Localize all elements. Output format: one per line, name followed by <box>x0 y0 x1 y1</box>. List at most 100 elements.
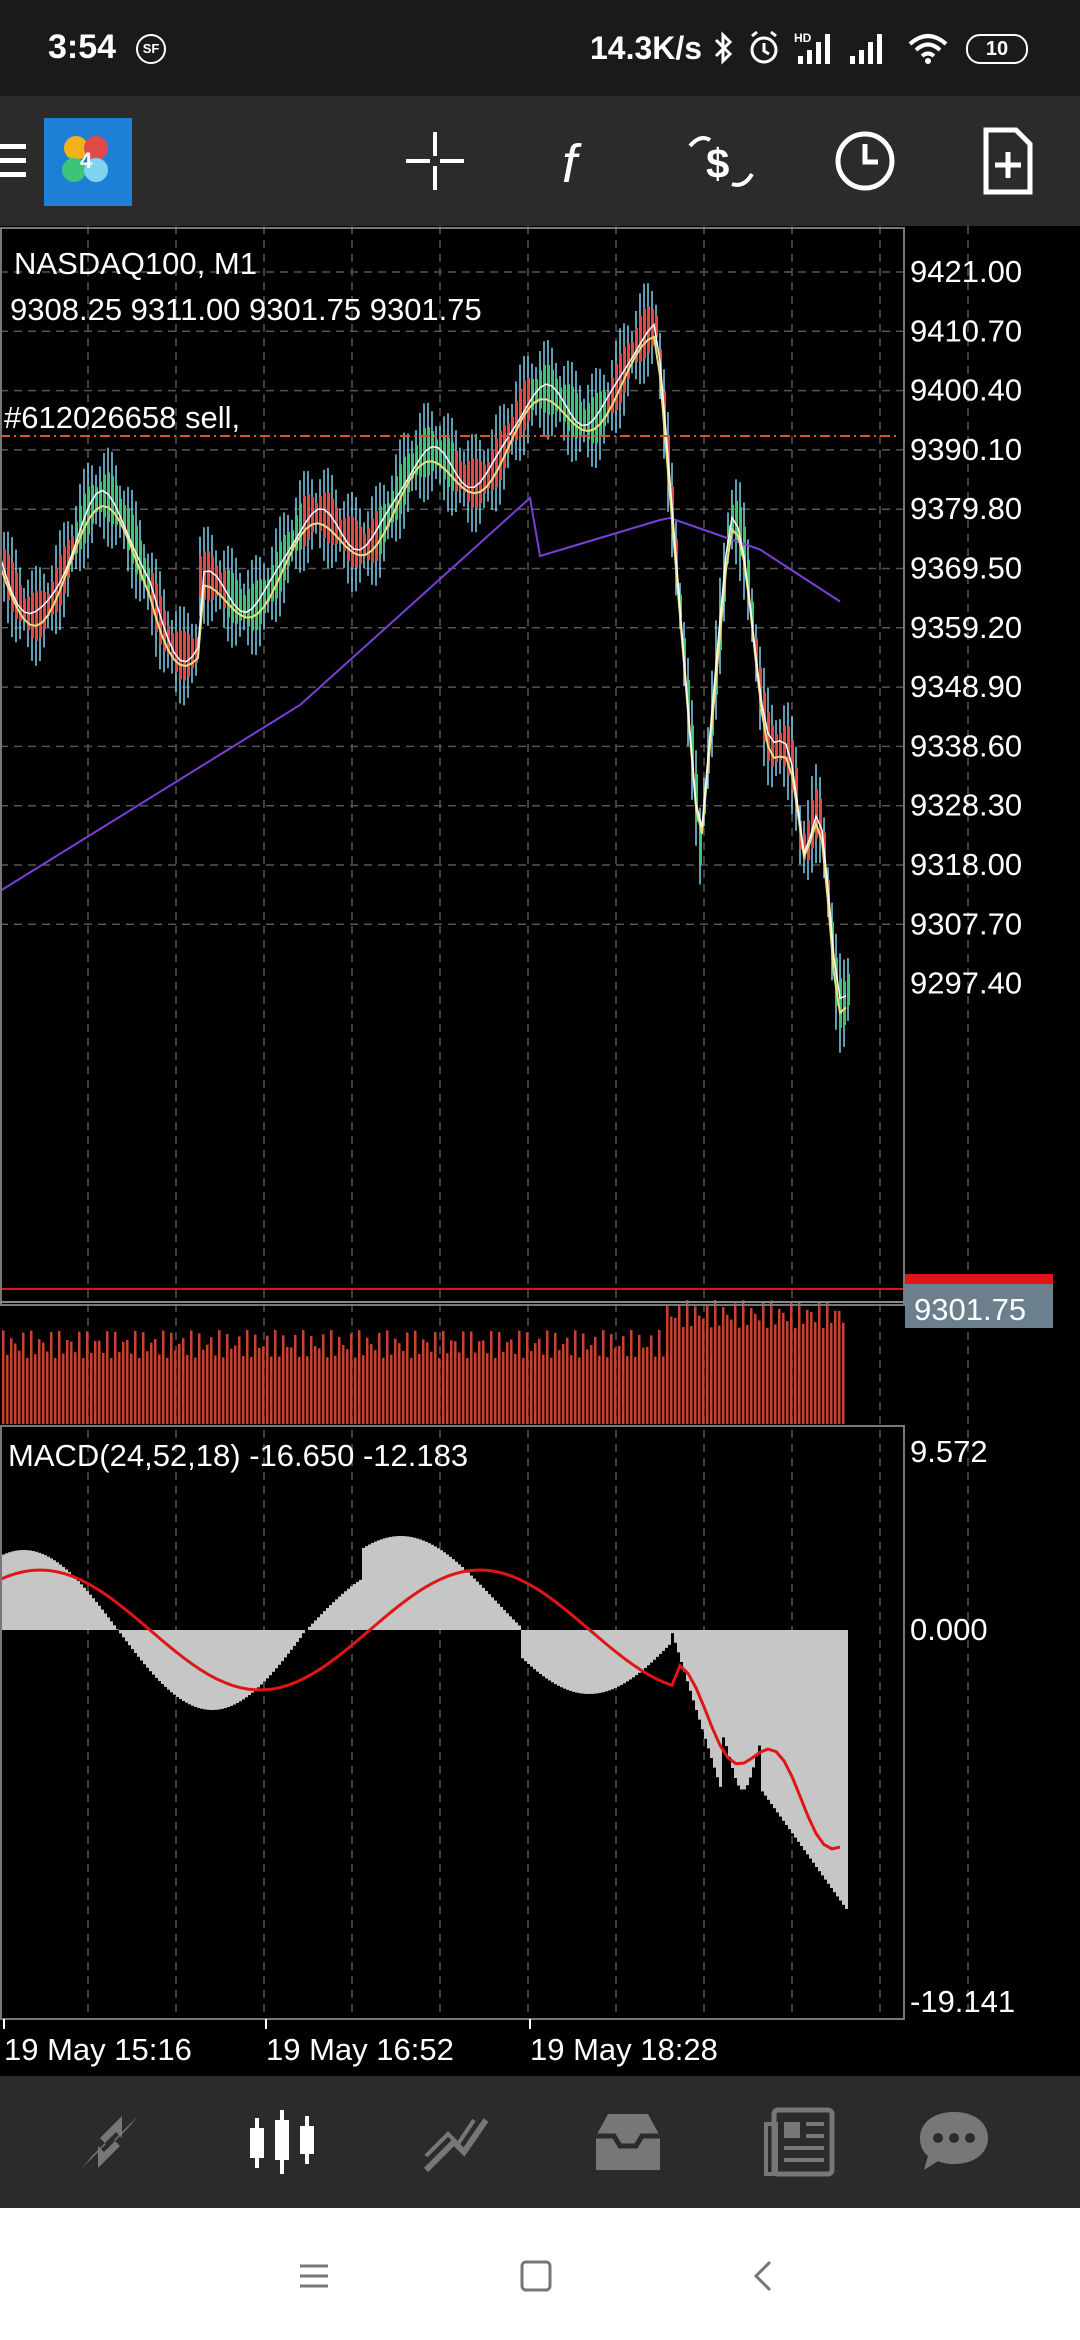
macd-bar <box>68 1572 71 1630</box>
macd-bar <box>668 1630 671 1645</box>
volume-bar <box>74 1352 77 1424</box>
trade-chart-icon[interactable] <box>418 2106 494 2178</box>
chat-icon[interactable] <box>916 2106 992 2178</box>
macd-bar <box>209 1630 212 1710</box>
volume-bar <box>226 1333 229 1424</box>
volume-bar <box>786 1321 789 1424</box>
volume-bar <box>726 1314 729 1424</box>
macd-bar <box>749 1630 752 1778</box>
macd-bar <box>83 1587 86 1630</box>
volume-bar <box>810 1311 813 1424</box>
macd-bar <box>374 1541 377 1630</box>
candle-body <box>243 595 246 619</box>
candle-body <box>359 526 362 564</box>
crosshair-icon[interactable] <box>400 126 470 196</box>
candle-body <box>179 630 182 680</box>
home-icon[interactable] <box>518 2258 554 2294</box>
candle-body <box>467 460 470 502</box>
macd-bar <box>236 1630 239 1704</box>
volume-bar <box>266 1335 269 1424</box>
volume-bar <box>722 1307 725 1424</box>
price-tick-label: 9379.80 <box>910 491 1022 526</box>
recent-apps-icon[interactable] <box>296 2258 332 2294</box>
volume-bar <box>682 1326 685 1424</box>
volume-bar <box>174 1350 177 1424</box>
macd-bar <box>443 1552 446 1630</box>
trade-icon[interactable]: $ <box>686 126 756 196</box>
volume-bar <box>170 1332 173 1424</box>
macd-bar <box>446 1554 449 1630</box>
macd-bar <box>791 1630 794 1834</box>
volume-bar <box>114 1331 117 1424</box>
candle-body <box>319 496 322 531</box>
volume-bar <box>154 1338 157 1424</box>
macd-bar <box>437 1548 440 1630</box>
volume-bar <box>754 1313 757 1424</box>
news-icon[interactable] <box>762 2106 838 2178</box>
candle-body <box>379 506 382 554</box>
macd-bar <box>560 1630 563 1688</box>
macd-bar <box>77 1581 80 1630</box>
volume-bar <box>374 1350 377 1424</box>
macd-bar <box>353 1584 356 1630</box>
macd-bar <box>335 1599 338 1630</box>
macd-bar <box>725 1630 728 1747</box>
macd-bar <box>302 1630 305 1634</box>
volume-bar <box>622 1336 625 1424</box>
macd-bar <box>422 1540 425 1630</box>
macd-bar <box>785 1630 788 1825</box>
macd-bar <box>233 1630 236 1705</box>
quotes-icon[interactable] <box>72 2106 148 2178</box>
price-chart[interactable]: 9421.00 9410.70 9400.40 9390.10 9379.80 9369.… <box>0 226 1080 2076</box>
macd-bar <box>542 1630 545 1677</box>
price-tick-label: 9318.00 <box>910 847 1022 882</box>
macd-bar <box>557 1630 560 1686</box>
macd-bar <box>464 1569 467 1630</box>
chart-ohlc: 9308.25 9311.00 9301.75 9301.75 <box>10 292 482 327</box>
candle-body <box>131 514 134 564</box>
timeframe-clock-icon[interactable] <box>830 126 900 196</box>
macd-bar <box>608 1630 611 1691</box>
volume-bar <box>42 1342 45 1424</box>
bluetooth-icon <box>714 31 733 65</box>
macd-bar <box>521 1630 524 1659</box>
macd-bar <box>650 1630 653 1663</box>
macd-tick-label: 0.000 <box>910 1612 988 1647</box>
chart-icon[interactable] <box>244 2106 320 2178</box>
bottom-navigation <box>0 2076 1080 2208</box>
volume-bar <box>422 1339 425 1424</box>
macd-bar <box>416 1538 419 1630</box>
volume-bar <box>546 1330 549 1424</box>
macd-bar <box>404 1536 407 1630</box>
new-order-icon[interactable] <box>972 126 1042 196</box>
volume-bar <box>46 1351 49 1424</box>
volume-bar <box>102 1352 105 1424</box>
back-icon[interactable] <box>746 2258 782 2294</box>
chart-area[interactable]: 9421.00 9410.70 9400.40 9390.10 9379.80 9369.… <box>0 226 1080 2076</box>
menu-icon[interactable] <box>0 142 28 180</box>
macd-bar <box>71 1574 74 1630</box>
volume-bar <box>2 1330 5 1424</box>
macd-bar <box>716 1630 719 1778</box>
indicators-icon[interactable]: f <box>544 126 614 196</box>
volume-bar <box>30 1330 33 1424</box>
price-tick-label: 9348.90 <box>910 669 1022 704</box>
candle-body <box>43 592 46 630</box>
volume-bar <box>490 1331 493 1424</box>
macd-bar <box>38 1552 41 1630</box>
volume-bar <box>822 1327 825 1424</box>
macd-bar <box>152 1630 155 1675</box>
volume-bar <box>350 1333 353 1424</box>
volume-bar <box>598 1355 601 1424</box>
volume-bar <box>454 1341 457 1424</box>
metatrader-logo-icon[interactable]: 4 <box>44 118 132 206</box>
volume-bar <box>658 1330 661 1424</box>
macd-bar <box>317 1617 320 1630</box>
candle-body <box>15 572 18 620</box>
candle-body <box>355 520 358 568</box>
volume-bar <box>166 1357 169 1424</box>
volume-bars <box>2 1300 845 1424</box>
history-inbox-icon[interactable] <box>590 2106 666 2178</box>
volume-bar <box>518 1330 521 1424</box>
volume-bar <box>178 1343 181 1424</box>
